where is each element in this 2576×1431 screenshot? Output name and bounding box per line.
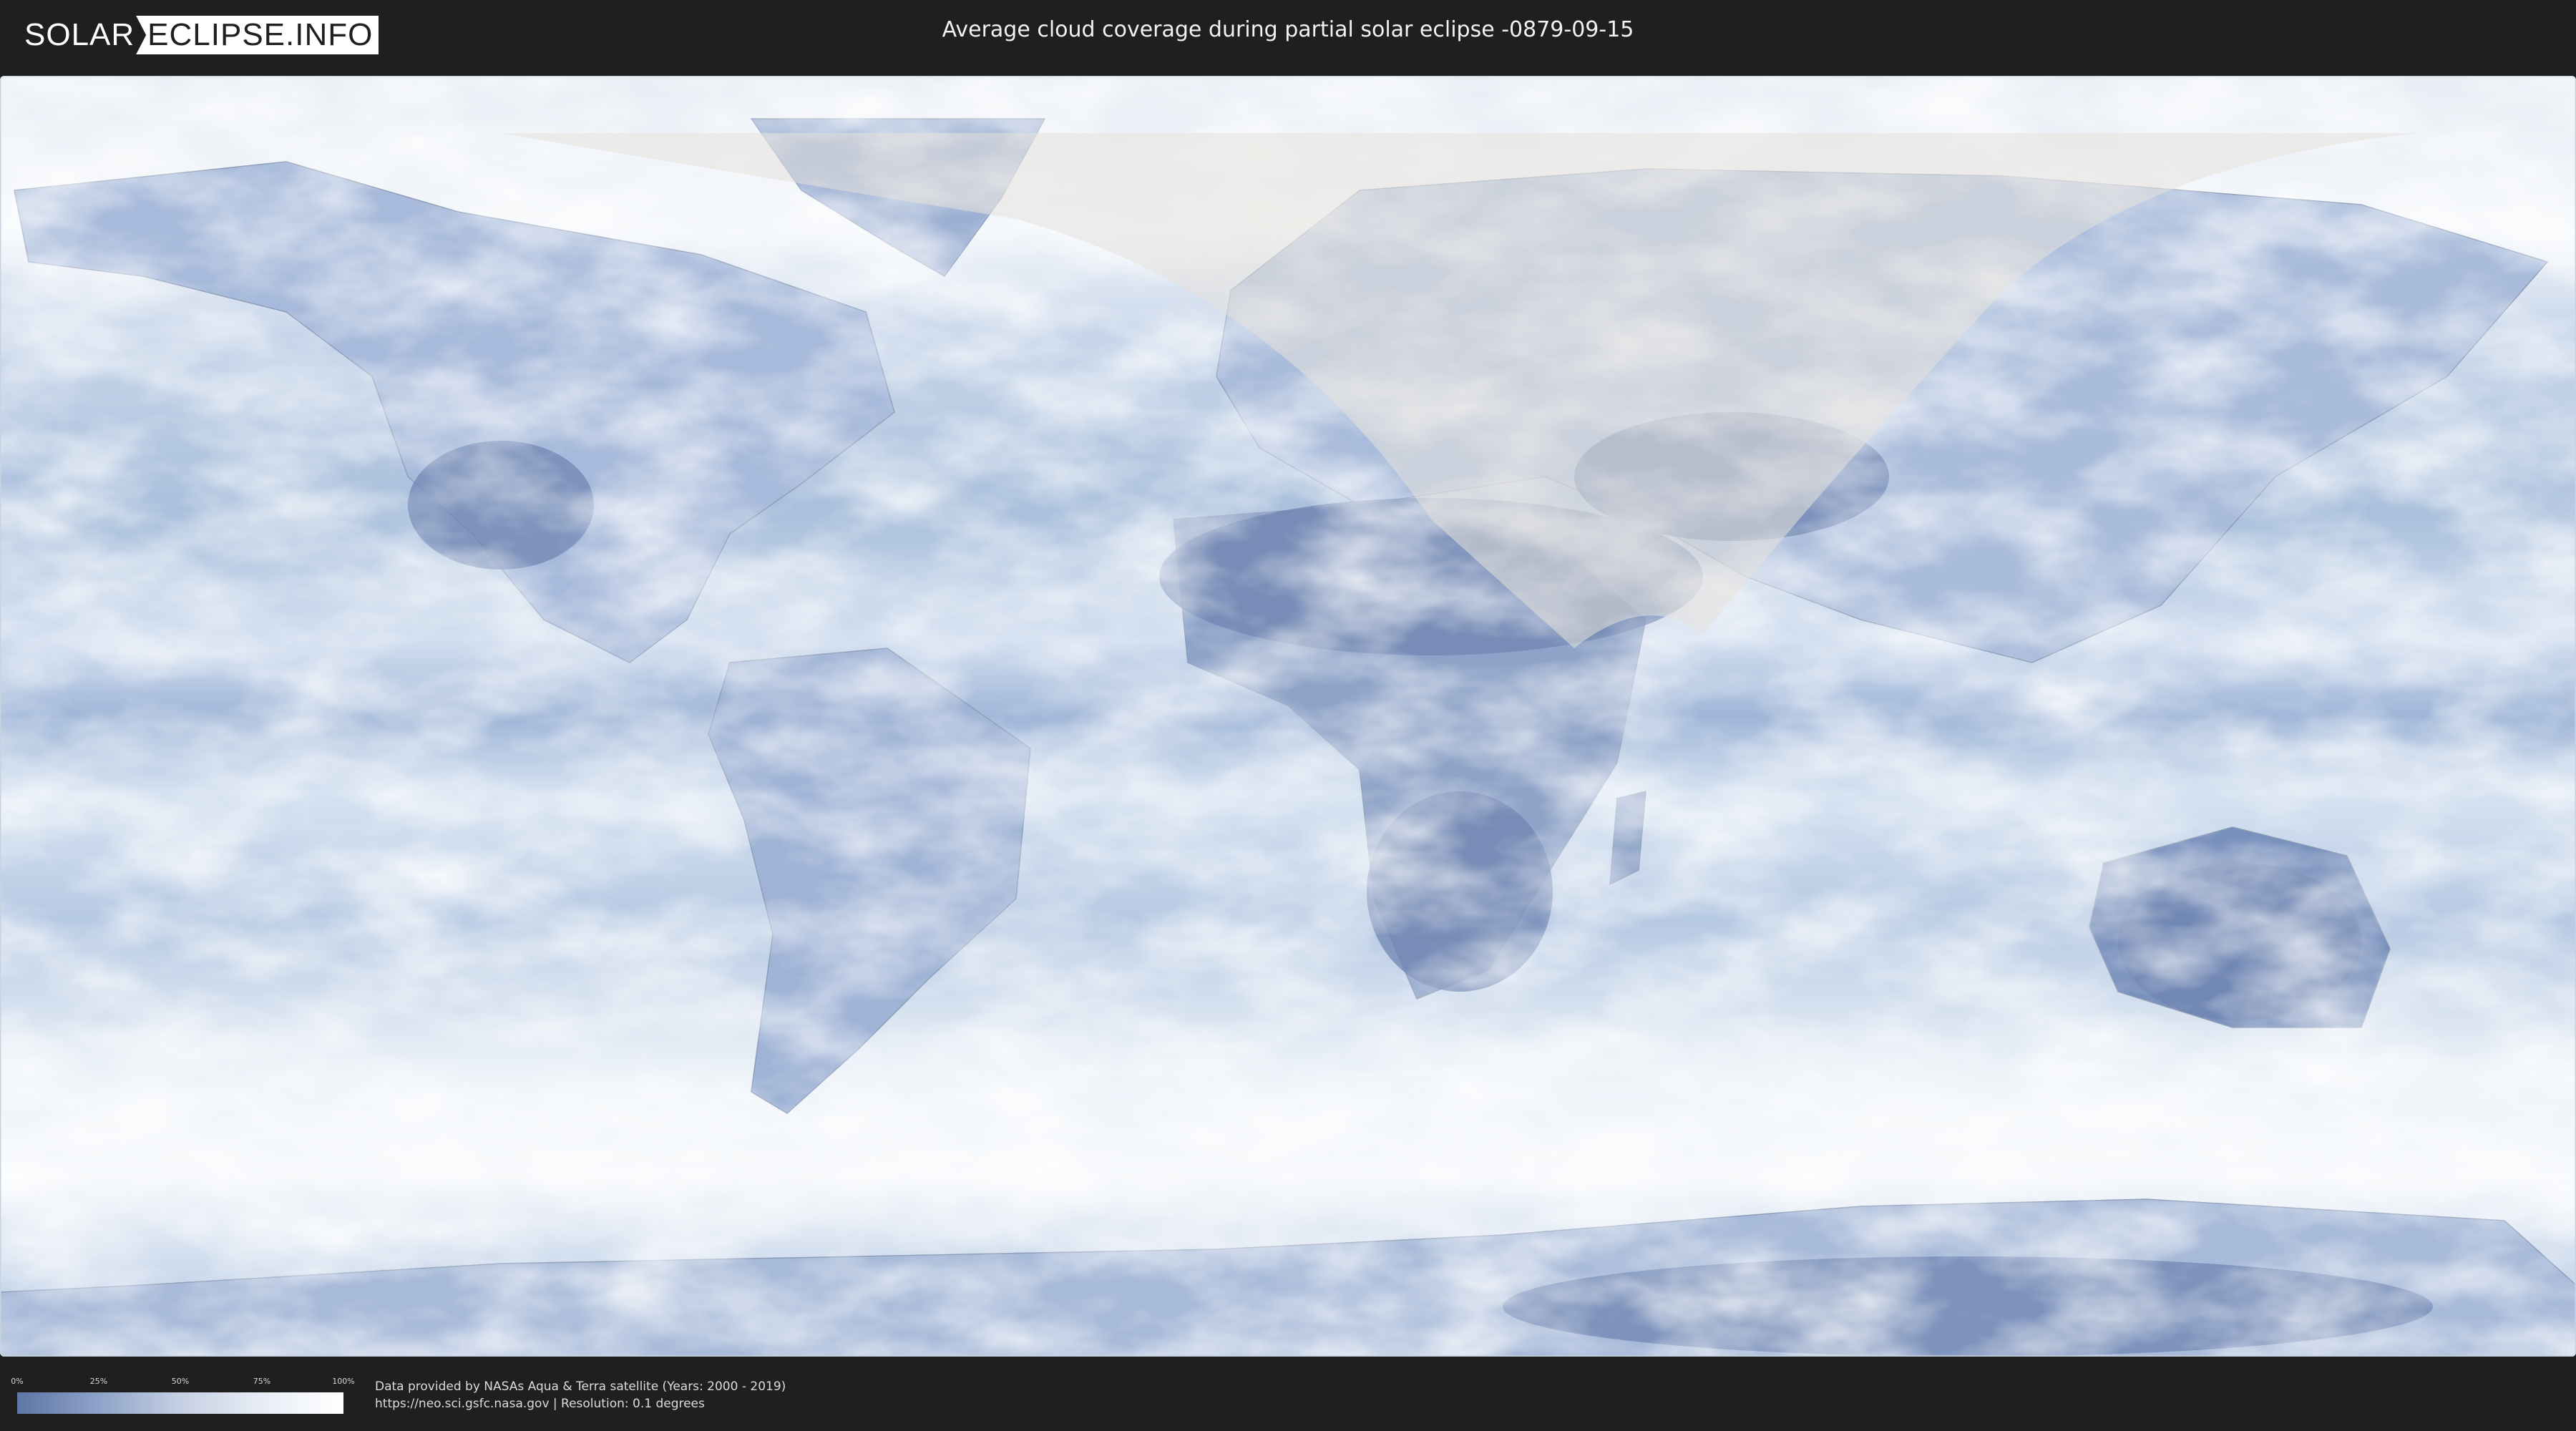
legend-ticks: 0% 25% 50% 75% 100% <box>11 1377 354 1388</box>
header-bar: SOLAR ECLIPSE.INFO Average cloud coverag… <box>0 0 2576 72</box>
world-map-svg <box>0 76 2576 1357</box>
credits-line-url[interactable]: https://neo.sci.gsfc.nasa.gov | Resoluti… <box>375 1395 786 1412</box>
data-credits: Data provided by NASAs Aqua & Terra sate… <box>375 1378 786 1412</box>
legend-tick-50: 50% <box>171 1377 190 1386</box>
cloud-coverage-legend: 0% 25% 50% 75% 100% <box>11 1377 355 1414</box>
legend-color-bar <box>17 1392 343 1414</box>
page-title: Average cloud coverage during partial so… <box>942 17 1634 42</box>
cloud-coverage-map <box>0 76 2576 1357</box>
legend-tick-25: 25% <box>89 1377 108 1386</box>
legend-tick-0: 0% <box>11 1377 24 1386</box>
legend-tick-100: 100% <box>332 1377 355 1386</box>
credits-line-source: Data provided by NASAs Aqua & Terra sate… <box>375 1379 786 1394</box>
legend-tick-75: 75% <box>253 1377 271 1386</box>
